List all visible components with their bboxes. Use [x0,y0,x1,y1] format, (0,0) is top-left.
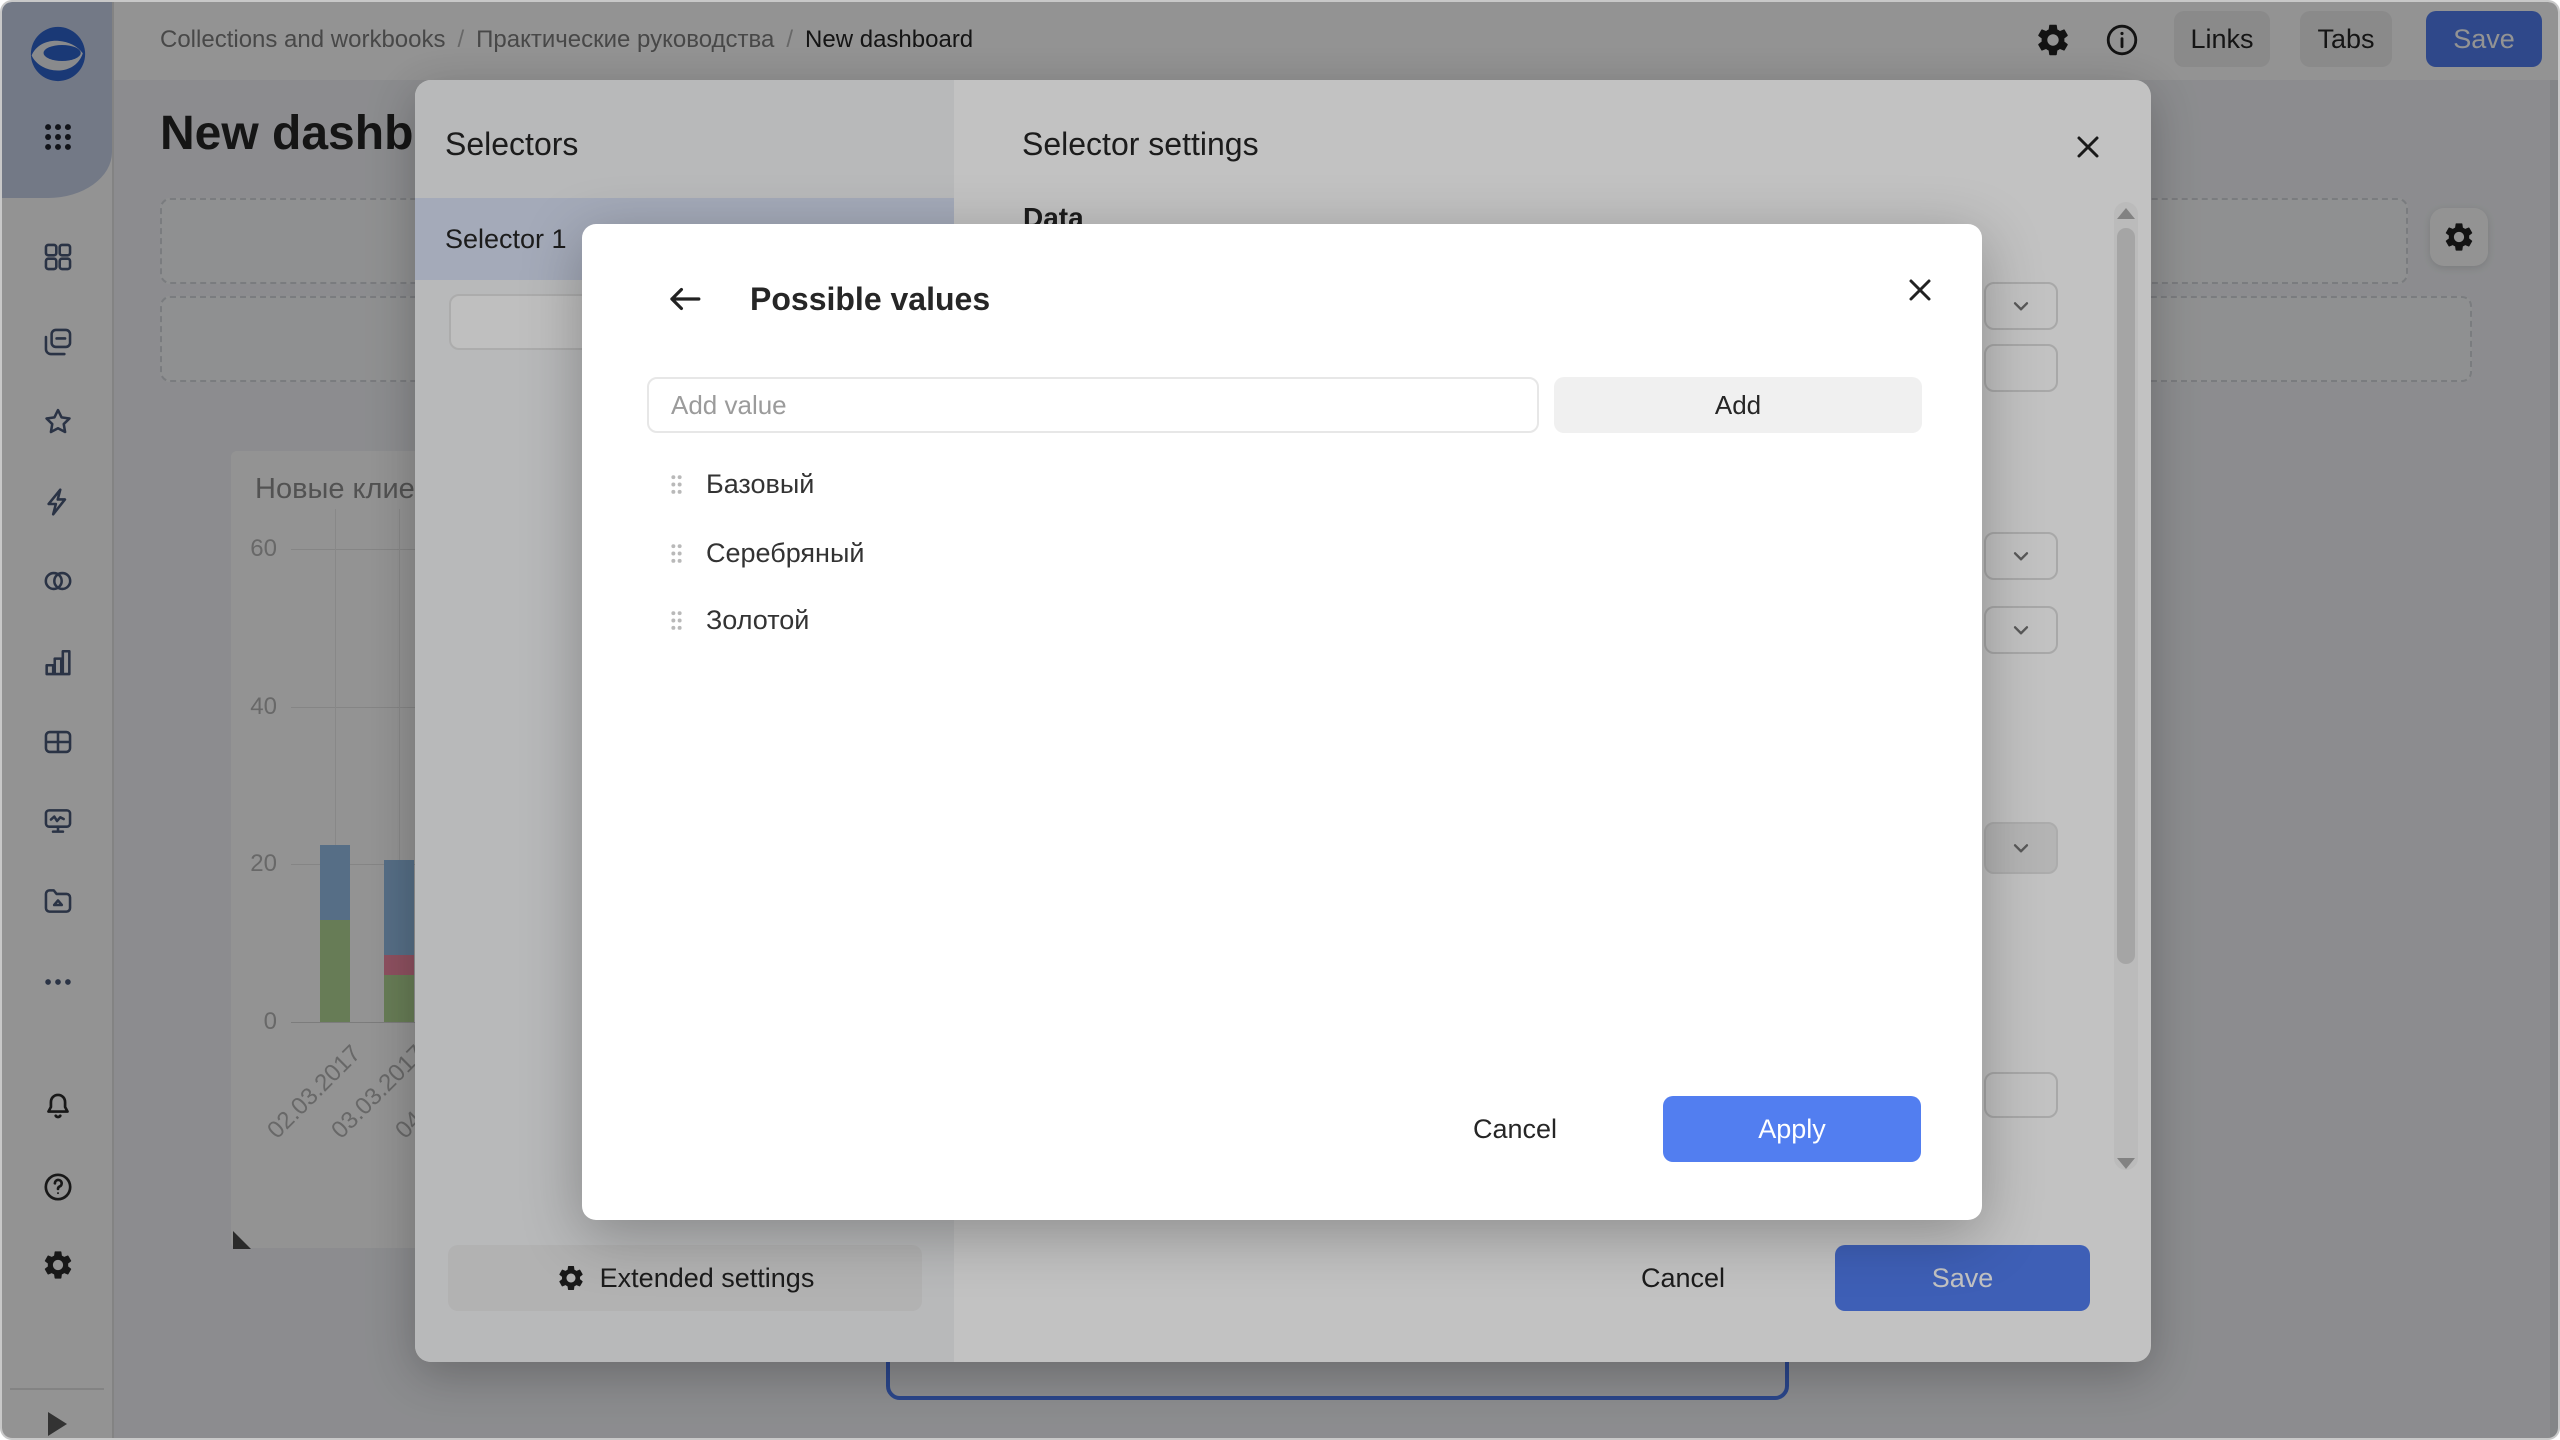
value-label: Базовый [706,469,814,500]
modal-cancel-button[interactable]: Cancel [1455,1096,1575,1162]
add-value-input[interactable] [647,377,1539,433]
arrow-left-icon[interactable] [664,280,702,318]
app-window: Collections and workbooks/Практические р… [0,0,2560,1440]
list-item[interactable]: Золотой [669,598,809,642]
close-icon[interactable] [1902,272,1938,308]
value-label: Золотой [706,605,809,636]
modal-apply-button[interactable]: Apply [1663,1096,1921,1162]
possible-values-modal: Possible values Add Базовый Серебряный З… [582,224,1982,1220]
list-item[interactable]: Серебряный [669,531,864,575]
drag-dots-icon[interactable] [669,542,684,565]
value-label: Серебряный [706,538,864,569]
drag-dots-icon[interactable] [669,473,684,496]
drag-dots-icon[interactable] [669,609,684,632]
modal-title: Possible values [750,281,990,318]
list-item[interactable]: Базовый [669,462,814,506]
add-button[interactable]: Add [1554,377,1922,433]
